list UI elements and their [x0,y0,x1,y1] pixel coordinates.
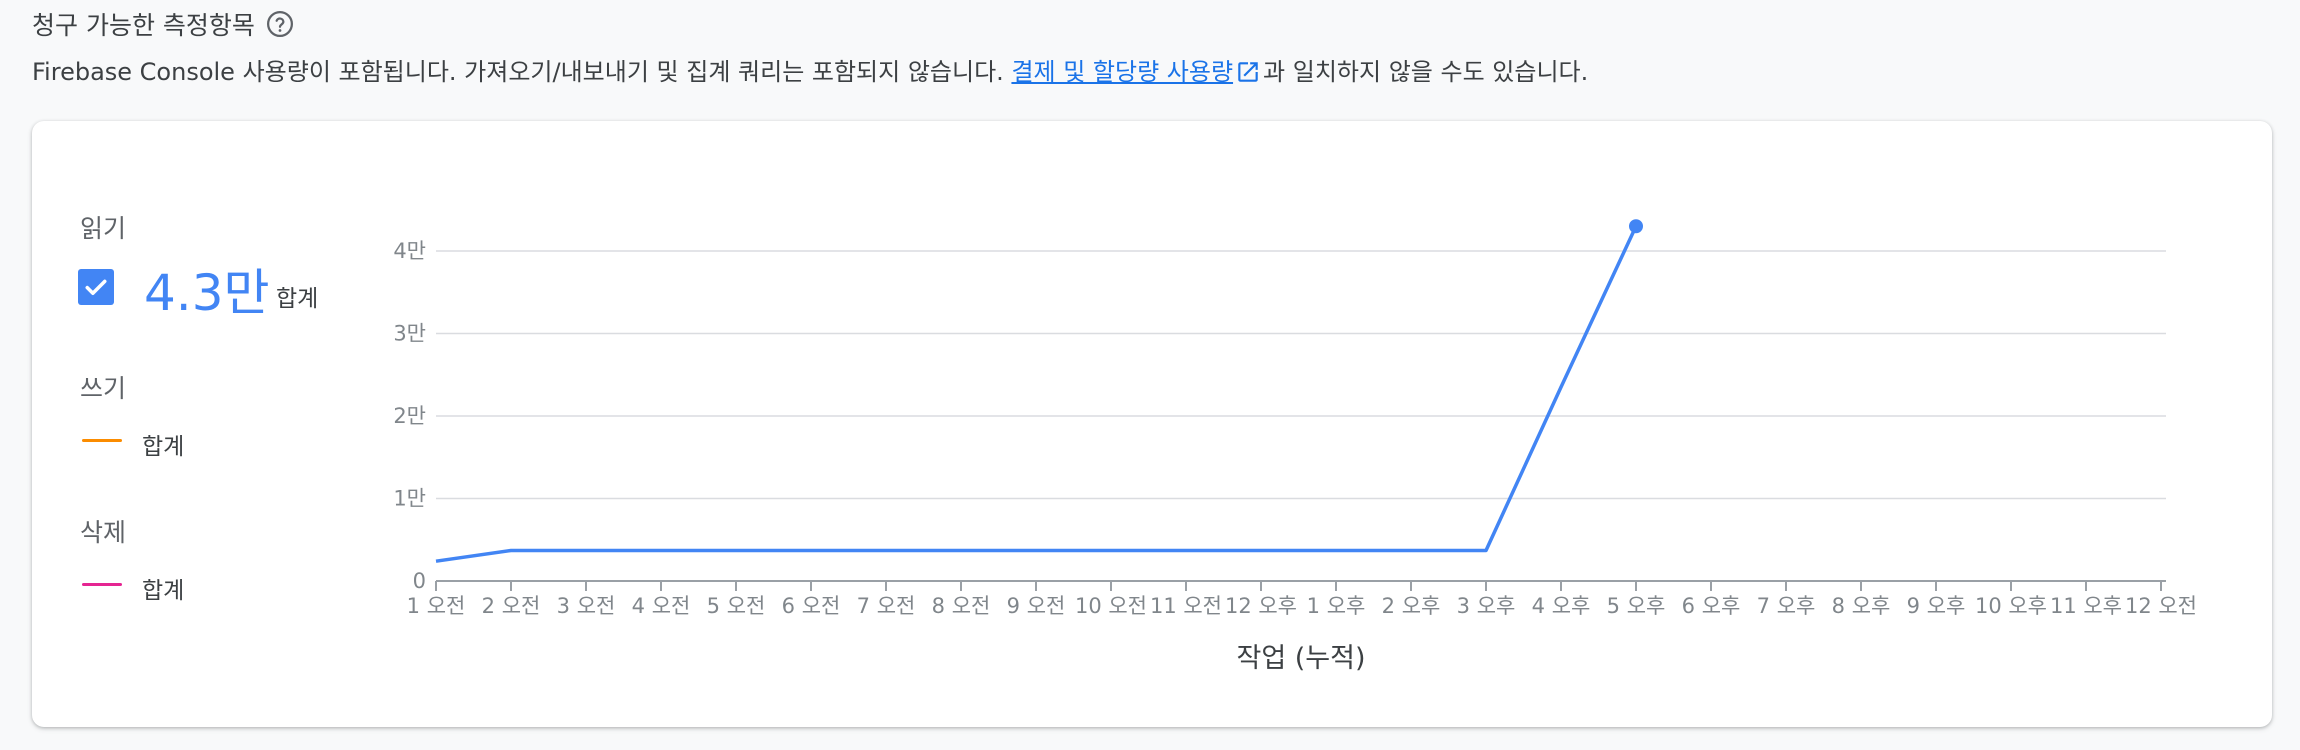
x-tick-label: 7 오전 [857,594,916,618]
x-tick-label: 6 오후 [1682,594,1741,618]
x-tick-label: 11 오전 [1150,594,1222,618]
description: Firebase Console 사용량이 포함됩니다. 가져오기/내보내기 및… [32,52,1588,87]
y-axis-ticks: 0 1만 2만 3만 4만 [393,239,426,593]
chart-grid [436,250,2166,500]
description-suffix: 과 일치하지 않을 수도 있습니다. [1263,58,1589,86]
x-tick-label: 12 오전 [2125,594,2197,618]
y-tick-label: 4만 [393,239,426,263]
x-tick-label: 2 오전 [482,594,541,618]
x-tick-label: 10 오후 [1975,594,2047,618]
x-tick-label: 5 오전 [707,594,766,618]
x-tick-label: 3 오후 [1457,594,1516,618]
x-tick-label: 10 오전 [1075,594,1147,618]
y-tick-label: 3만 [393,322,426,346]
description-text: Firebase Console 사용량이 포함됩니다. 가져오기/내보내기 및… [32,58,1012,86]
y-tick-label: 0 [413,569,426,593]
x-tick-label: 9 오전 [1007,594,1066,618]
x-tick-label: 2 오후 [1382,594,1441,618]
x-tick-label: 9 오후 [1907,594,1966,618]
series-line [435,225,1638,563]
x-tick-label: 6 오전 [782,594,841,618]
x-tick-label: 7 오후 [1757,594,1816,618]
x-tick-label: 11 오후 [2050,594,2122,618]
metrics-card: 읽기 4.3만 합계 쓰기 합계 삭제 합계 0 1만 2만 3만 4만 1 오전 2 오… [32,121,2272,727]
x-tick-label: 12 오후 [1225,594,1297,618]
chart-series [435,219,1643,563]
series-last-point[interactable] [1629,219,1643,234]
billing-usage-link-text: 결제 및 할당량 사용량 [1011,58,1234,86]
x-tick-label: 1 오후 [1307,594,1366,618]
help-circle-icon[interactable] [265,9,295,39]
x-tick-label: 8 오후 [1832,594,1891,618]
y-tick-label: 1만 [393,487,426,511]
x-tick-label: 8 오전 [932,594,991,618]
x-axis-title: 작업 (누적) [1236,643,1365,674]
y-tick-label: 2만 [393,404,426,428]
line-chart: 0 1만 2만 3만 4만 1 오전 2 오전 3 오전 4 오전 5 오전 6 오전 7 오전 8 … [393,219,2197,674]
x-tick-label: 1 오전 [407,594,466,618]
x-axis: 1 오전 2 오전 3 오전 4 오전 5 오전 6 오전 7 오전 8 오전 9 오전 10 오… [407,580,2197,618]
x-tick-label: 5 오후 [1607,594,1666,618]
open-in-new-icon [1235,59,1261,85]
x-tick-label: 4 오전 [632,594,691,618]
section-title-text: 청구 가능한 측정항목 [32,11,255,40]
section-title: 청구 가능한 측정항목 [32,6,295,42]
x-tick-label: 4 오후 [1532,594,1591,618]
billing-usage-link[interactable]: 결제 및 할당량 사용량 [1011,58,1263,86]
x-tick-label: 3 오전 [557,594,616,618]
